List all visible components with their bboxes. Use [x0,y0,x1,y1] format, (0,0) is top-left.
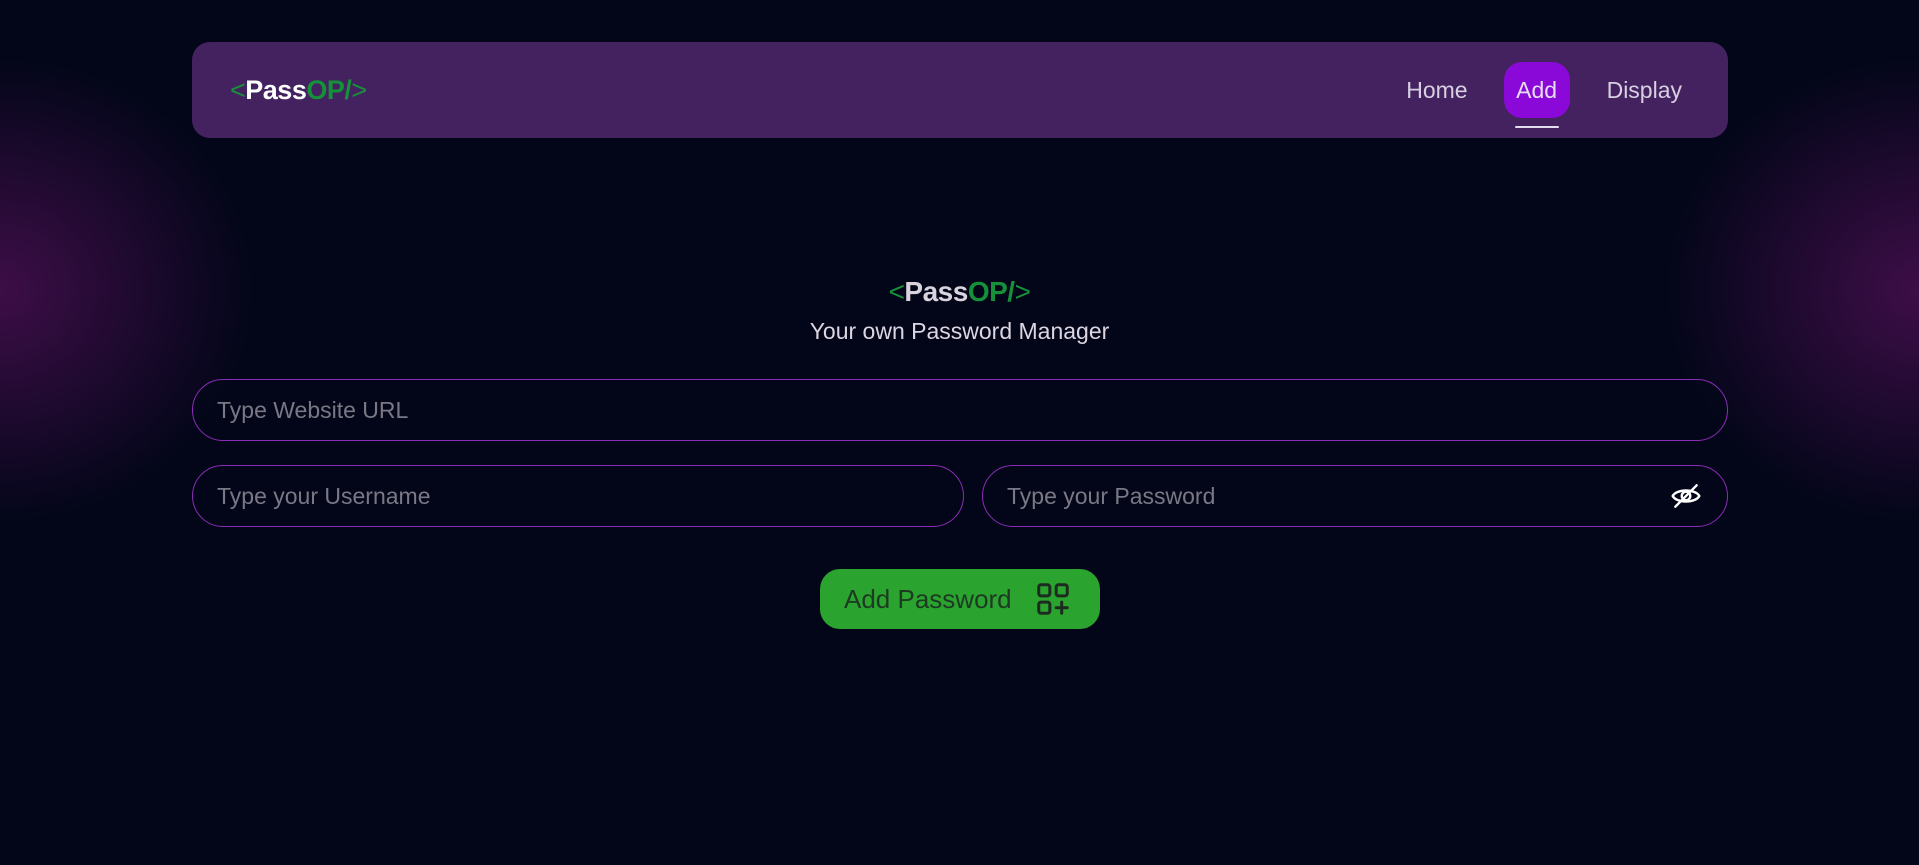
hero-logo: < Pass OP/ > [0,276,1919,308]
add-password-button[interactable]: Add Password [820,569,1100,629]
grid-plus-icon [1034,580,1072,618]
nav-link-add[interactable]: Add [1503,62,1570,128]
website-url-input[interactable] [192,379,1728,441]
hero-logo-open-bracket: < [888,276,905,307]
hero-logo-close-bracket: > [1014,276,1031,307]
password-field-wrapper [982,465,1728,527]
navbar: < Pass OP/ > Home Add Display [192,42,1728,138]
add-password-label: Add Password [844,583,1012,614]
logo-close-bracket: > [351,74,367,105]
nav-links: Home Add Display [1406,62,1682,128]
hero-tagline: Your own Password Manager [809,318,1110,344]
nav-link-home[interactable]: Home [1406,77,1467,104]
eye-slash-icon[interactable] [1670,480,1702,512]
logo-pass-text: Pass [245,74,307,105]
hero-logo-pass-text: Pass [904,276,968,307]
navbar-logo[interactable]: < Pass OP/ > [230,75,367,106]
hero-logo-op-text: OP/ [967,276,1015,307]
nav-link-display[interactable]: Display [1607,77,1682,104]
username-input[interactable] [192,465,964,527]
logo-open-bracket: < [230,74,246,105]
password-input[interactable] [982,465,1728,527]
logo-op-text: OP/ [306,74,352,105]
